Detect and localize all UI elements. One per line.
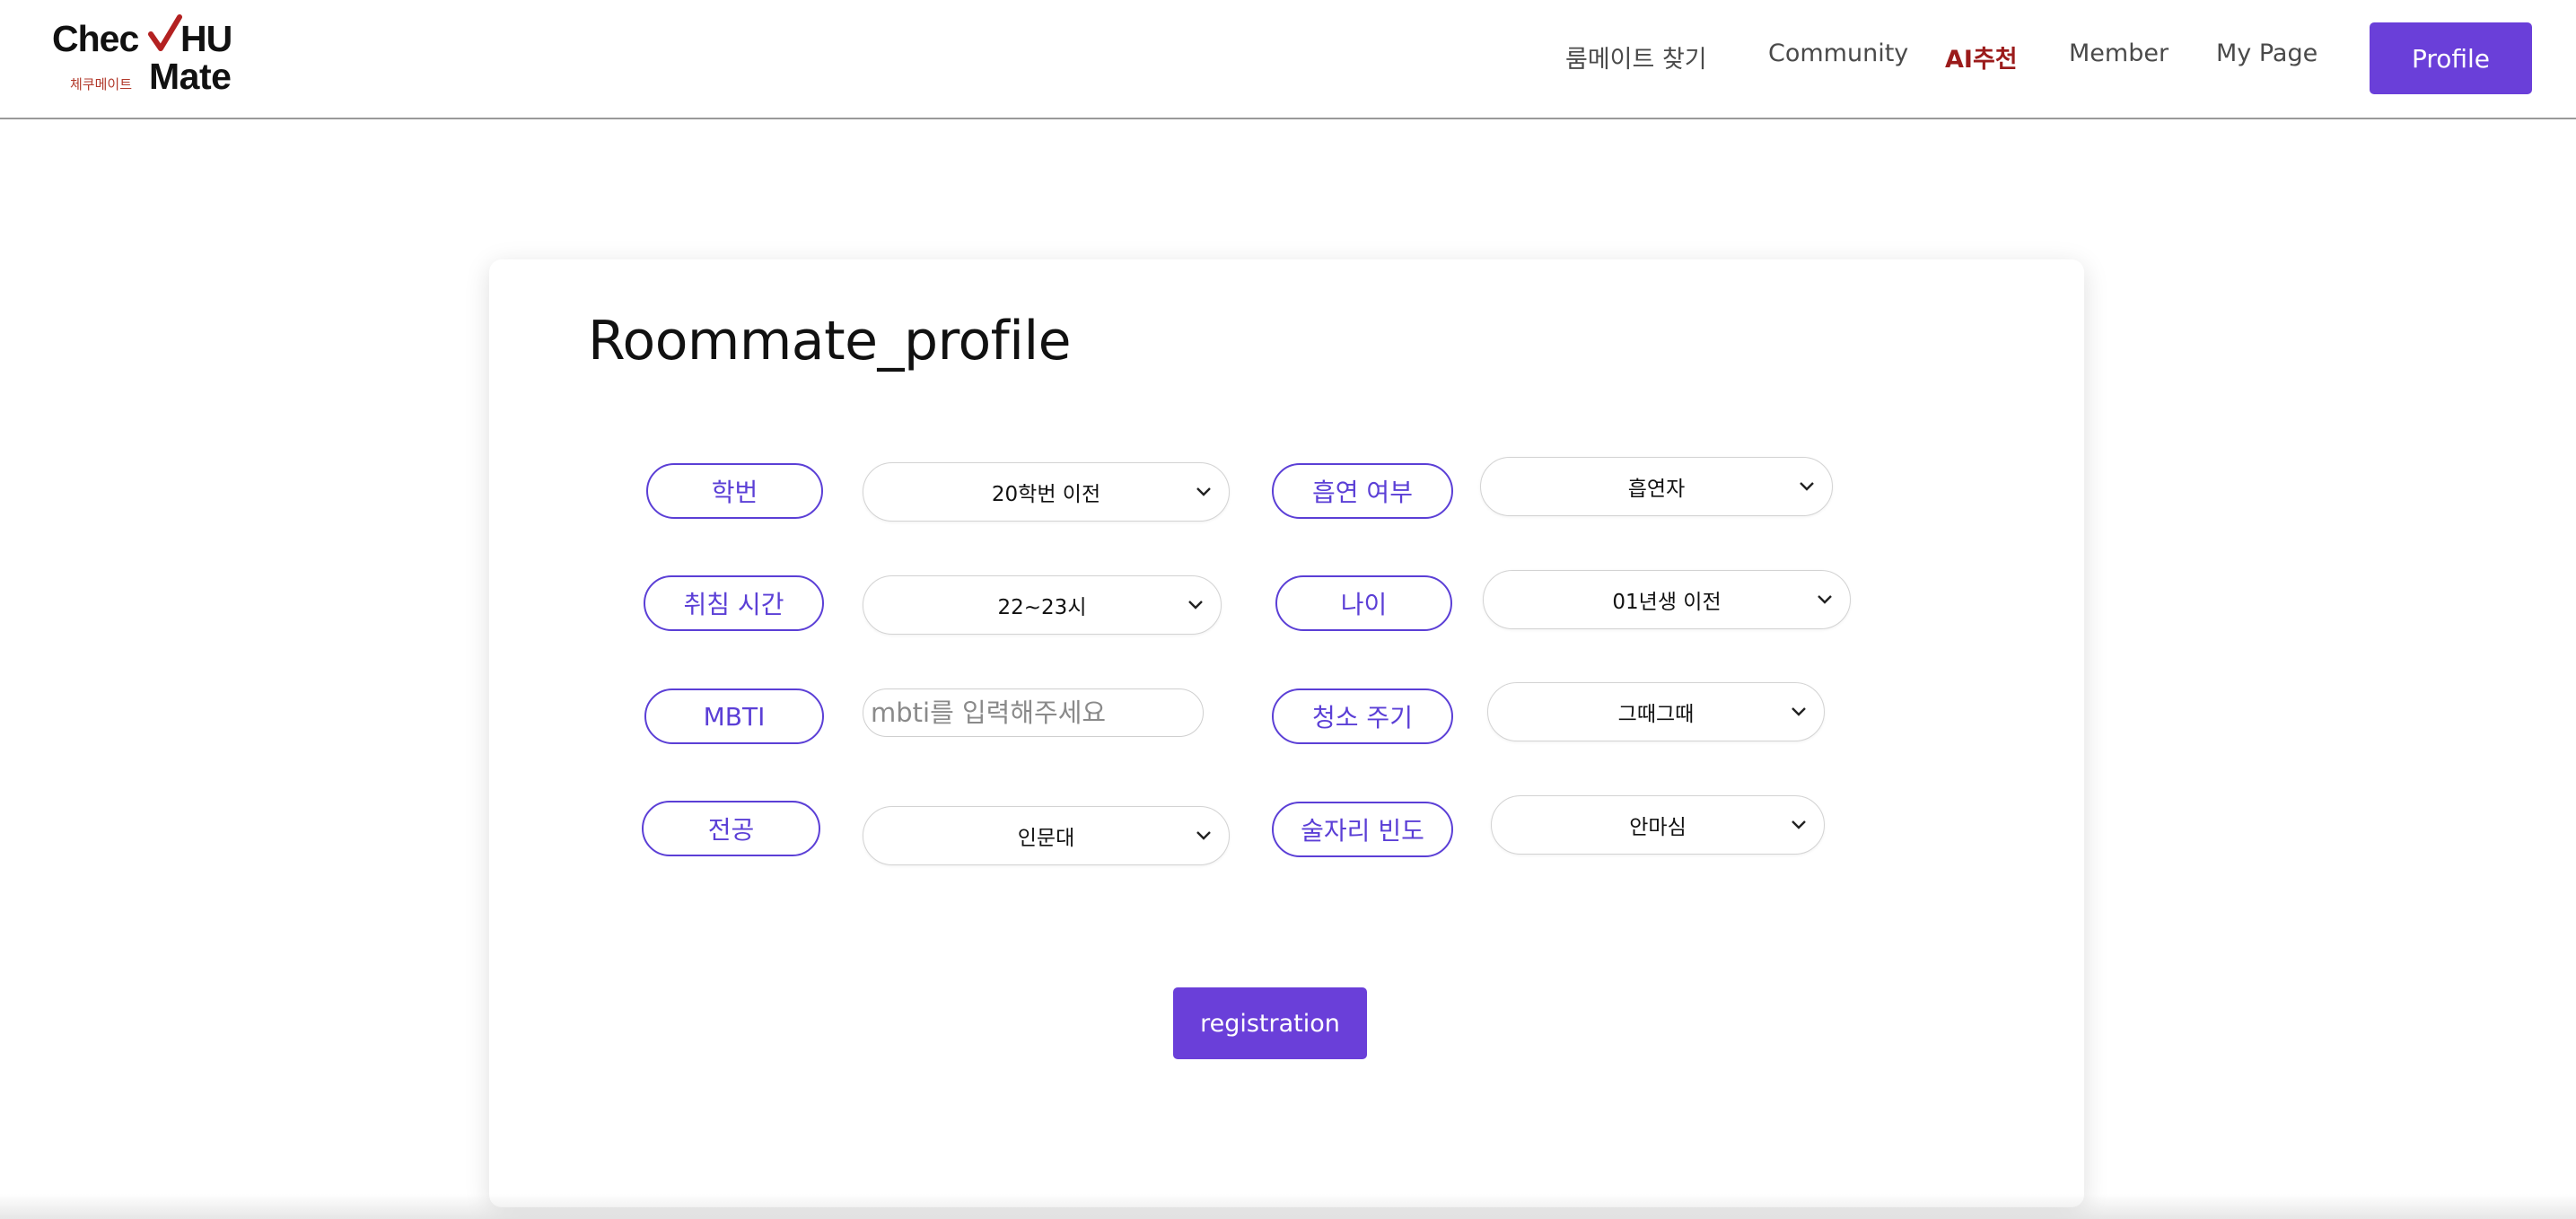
label-cleaning: 청소 주기 xyxy=(1272,688,1453,744)
nav-ai-recommend[interactable]: AI추천 xyxy=(1945,39,2018,75)
chevron-down-icon xyxy=(1196,831,1211,840)
select-bedtime[interactable]: 22~23시 xyxy=(863,575,1222,635)
chevron-down-icon xyxy=(1792,707,1806,716)
profile-button[interactable]: Profile xyxy=(2370,22,2532,94)
page-bottom-shadow xyxy=(0,1194,2576,1219)
label-bedtime: 취침 시간 xyxy=(644,575,824,631)
chevron-down-icon xyxy=(1196,487,1211,496)
page-title: Roommate_profile xyxy=(588,310,1072,373)
chevron-down-icon xyxy=(1792,820,1806,829)
select-drinking-value: 안마심 xyxy=(1629,816,1687,839)
logo-text-top: Chec xyxy=(52,18,139,59)
label-smoking: 흡연 여부 xyxy=(1272,463,1453,519)
select-major-value: 인문대 xyxy=(1017,827,1075,850)
chevron-down-icon xyxy=(1188,601,1203,610)
select-age-value: 01년생 이전 xyxy=(1612,591,1722,614)
select-major[interactable]: 인문대 xyxy=(863,806,1230,865)
label-age: 나이 xyxy=(1275,575,1452,631)
chevron-down-icon xyxy=(1818,595,1832,604)
select-student-id-value: 20학번 이전 xyxy=(991,483,1101,506)
top-nav: Chec HU 체쿠메이트 Mate 룸메이트 찾기 Community AI추… xyxy=(0,0,2576,119)
select-smoking-value: 흡연자 xyxy=(1627,478,1686,501)
mbti-input[interactable] xyxy=(863,688,1204,737)
nav-member[interactable]: Member xyxy=(2069,39,2169,67)
logo-text-top-suffix: HU xyxy=(180,18,232,59)
checkmark-icon xyxy=(148,14,182,51)
label-drinking: 술자리 빈도 xyxy=(1272,802,1453,857)
logo-subtitle: 체쿠메이트 xyxy=(70,76,133,92)
select-student-id[interactable]: 20학번 이전 xyxy=(863,462,1230,522)
select-bedtime-value: 22~23시 xyxy=(997,596,1087,619)
profile-card: Roommate_profile 학번 20학번 이전 흡연 여부 흡연자 취침… xyxy=(489,259,2084,1207)
chevron-down-icon xyxy=(1800,482,1814,491)
label-major: 전공 xyxy=(642,801,820,856)
nav-my-page[interactable]: My Page xyxy=(2216,39,2318,67)
registration-button[interactable]: registration xyxy=(1173,987,1367,1059)
select-cleaning[interactable]: 그때그때 xyxy=(1487,682,1825,741)
select-drinking[interactable]: 안마심 xyxy=(1491,795,1825,855)
select-cleaning-value: 그때그때 xyxy=(1617,703,1695,726)
nav-community[interactable]: Community xyxy=(1768,39,1908,67)
logo[interactable]: Chec HU 체쿠메이트 Mate xyxy=(52,13,258,102)
logo-text-bottom: Mate xyxy=(149,56,232,97)
label-student-id: 학번 xyxy=(646,463,823,519)
select-age[interactable]: 01년생 이전 xyxy=(1483,570,1851,629)
nav-find-roommate[interactable]: 룸메이트 찾기 xyxy=(1565,39,1707,75)
select-smoking[interactable]: 흡연자 xyxy=(1480,457,1833,516)
label-mbti: MBTI xyxy=(644,688,824,744)
